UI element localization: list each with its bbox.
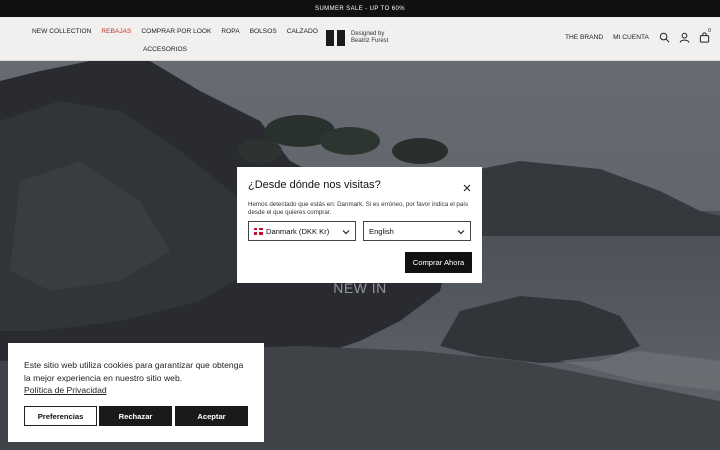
chevron-down-icon: [457, 230, 465, 235]
announcement-bar[interactable]: SUMMER SALE - UP TO 60%: [0, 0, 720, 17]
comprar-ahora-button[interactable]: Comprar Ahora: [405, 252, 472, 273]
modal-title: ¿Desde dónde nos visitas?: [248, 179, 381, 191]
logo-line-2: Beatriz Furest: [351, 38, 389, 44]
cart-button[interactable]: 0: [699, 28, 711, 43]
nav-the-brand[interactable]: THE BRAND: [565, 34, 603, 41]
logo-line-1: Designed by: [351, 30, 385, 37]
cookie-text: Este sitio web utiliza cookies para gara…: [24, 360, 244, 383]
announcement-text[interactable]: SUMMER SALE - UP TO 60%: [315, 6, 405, 12]
cart-count-badge: 0: [708, 28, 712, 34]
nav-mi-cuenta[interactable]: MI CUENTA: [613, 34, 649, 41]
header-icons: 0: [659, 28, 711, 43]
nav-accesorios[interactable]: ACCESORIOS: [143, 46, 187, 53]
nav-ropa[interactable]: ROPA: [221, 28, 239, 36]
search-icon[interactable]: [659, 32, 670, 43]
language-select-value: English: [369, 226, 394, 236]
flag-denmark-icon: [254, 227, 263, 235]
language-select[interactable]: English: [363, 221, 471, 241]
main-nav: NEW COLLECTION REBAJAS COMPRAR POR LOOK …: [32, 28, 318, 53]
privacy-policy-link[interactable]: Política de Privacidad: [24, 385, 107, 395]
preferences-button[interactable]: Preferencias: [24, 406, 97, 426]
country-select[interactable]: Danmark (DKK Kr): [248, 221, 356, 241]
nav-new-collection[interactable]: NEW COLLECTION: [32, 28, 91, 36]
reject-button[interactable]: Rechazar: [99, 406, 172, 426]
cookie-banner: Este sitio web utiliza cookies para gara…: [8, 343, 264, 442]
country-selector-modal: ¿Desde dónde nos visitas? Hemos detectad…: [237, 167, 482, 283]
nav-comprar-por-look[interactable]: COMPRAR POR LOOK: [141, 28, 211, 36]
logo-mark-icon: [326, 30, 345, 46]
accept-button[interactable]: Aceptar: [175, 406, 248, 426]
nav-bolsos[interactable]: BOLSOS: [250, 28, 277, 36]
brand-logo[interactable]: Designed by Beatriz Furest: [326, 30, 388, 46]
close-icon[interactable]: [462, 180, 472, 192]
site-header: NEW COLLECTION REBAJAS COMPRAR POR LOOK …: [0, 17, 720, 61]
modal-description: Hemos detectado que estás en: Danmark. S…: [248, 201, 469, 216]
secondary-nav: THE BRAND MI CUENTA: [565, 34, 649, 41]
nav-calzado[interactable]: CALZADO: [287, 28, 318, 36]
chevron-down-icon: [342, 230, 350, 235]
user-icon[interactable]: [679, 32, 690, 43]
page: SUMMER SALE - UP TO 60% NEW COLLECTION R…: [0, 0, 720, 450]
nav-rebajas[interactable]: REBAJAS: [101, 28, 131, 36]
logo-text: Designed by Beatriz Furest: [351, 31, 388, 46]
country-select-value: Danmark (DKK Kr): [266, 226, 330, 236]
